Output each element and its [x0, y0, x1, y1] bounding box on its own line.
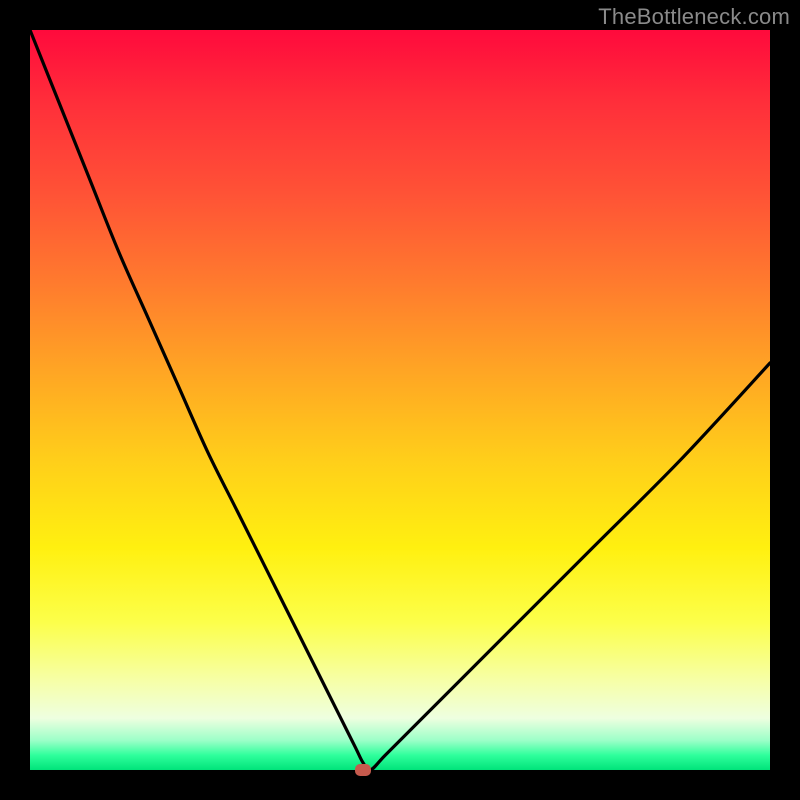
chart-frame: TheBottleneck.com: [0, 0, 800, 800]
watermark-text: TheBottleneck.com: [598, 4, 790, 30]
plot-area: [30, 30, 770, 770]
optimum-marker: [355, 764, 371, 776]
curve-svg: [30, 30, 770, 770]
bottleneck-curve: [30, 30, 770, 770]
